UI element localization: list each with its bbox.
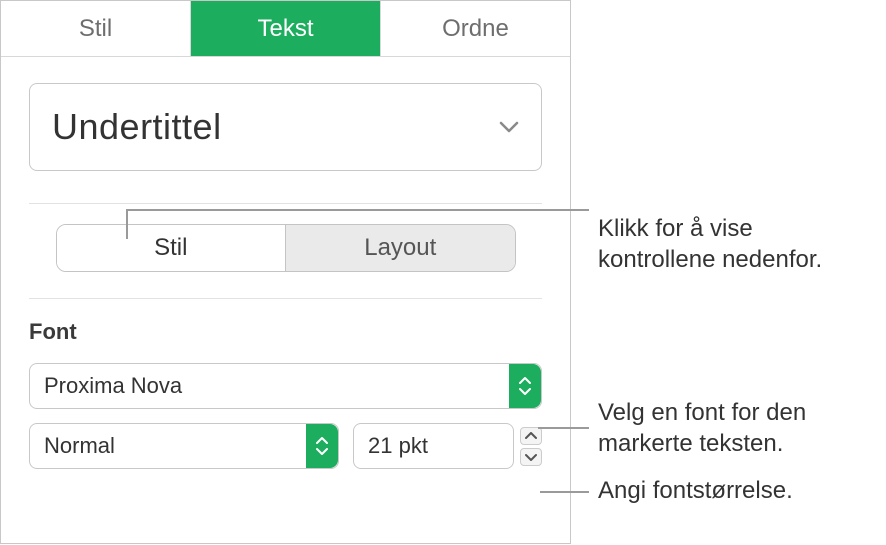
font-family-row: Proxima Nova [29, 363, 542, 409]
segment-label: Layout [364, 234, 436, 262]
annotation-size: Angi fontstørrelse. [598, 475, 793, 506]
popup-indicator-icon [306, 424, 338, 468]
tab-label: Tekst [257, 15, 313, 43]
stepper-down-button[interactable] [520, 448, 542, 466]
tab-stil[interactable]: Stil [1, 1, 191, 56]
font-family-select[interactable]: Proxima Nova [29, 363, 542, 409]
tab-tekst[interactable]: Tekst [191, 1, 381, 56]
font-size-container: 21 pkt [353, 423, 542, 469]
annotation-text: Angi fontstørrelse. [598, 477, 793, 504]
annotation-text: Velg en font for den [598, 399, 806, 426]
panel-content: Undertittel Stil Layout Font Proxima Nov… [1, 57, 570, 489]
annotation-text: kontrollene nedenfor. [598, 246, 822, 273]
stepper-up-button[interactable] [520, 427, 542, 445]
font-style-size-row: Normal 21 pkt [29, 423, 542, 469]
segment-layout[interactable]: Layout [286, 225, 515, 271]
font-size-stepper [520, 427, 542, 466]
font-size-value: 21 pkt [368, 433, 428, 459]
annotation-stil: Klikk for å vise kontrollene nedenfor. [598, 213, 822, 275]
font-family-value: Proxima Nova [44, 373, 527, 399]
chevron-down-icon [499, 121, 519, 133]
callout-leader [540, 491, 589, 493]
annotation-font: Velg en font for den markerte teksten. [598, 397, 806, 459]
tab-label: Ordne [442, 15, 509, 43]
popup-indicator-icon [509, 364, 541, 408]
callout-leader [538, 427, 589, 429]
font-size-field[interactable]: 21 pkt [353, 423, 514, 469]
paragraph-style-label: Undertittel [52, 106, 222, 148]
font-style-select[interactable]: Normal [29, 423, 339, 469]
annotation-text: Klikk for å vise [598, 215, 753, 242]
callout-leader [126, 209, 128, 239]
font-section-label: Font [29, 319, 542, 345]
callout-leader [126, 209, 589, 211]
segment-label: Stil [154, 234, 187, 262]
chevron-down-icon [525, 453, 537, 461]
divider [29, 298, 542, 299]
divider [29, 203, 542, 204]
segment-stil[interactable]: Stil [57, 225, 287, 271]
main-tab-bar: Stil Tekst Ordne [1, 1, 570, 57]
font-style-value: Normal [44, 433, 324, 459]
tab-ordne[interactable]: Ordne [381, 1, 570, 56]
paragraph-style-popup[interactable]: Undertittel [29, 83, 542, 171]
segmented-control: Stil Layout [56, 224, 516, 272]
chevron-up-icon [525, 432, 537, 440]
format-panel: Stil Tekst Ordne Undertittel Stil Layout [0, 0, 571, 544]
tab-label: Stil [79, 15, 112, 43]
annotation-text: markerte teksten. [598, 430, 783, 457]
segmented-container: Stil Layout [29, 224, 542, 272]
